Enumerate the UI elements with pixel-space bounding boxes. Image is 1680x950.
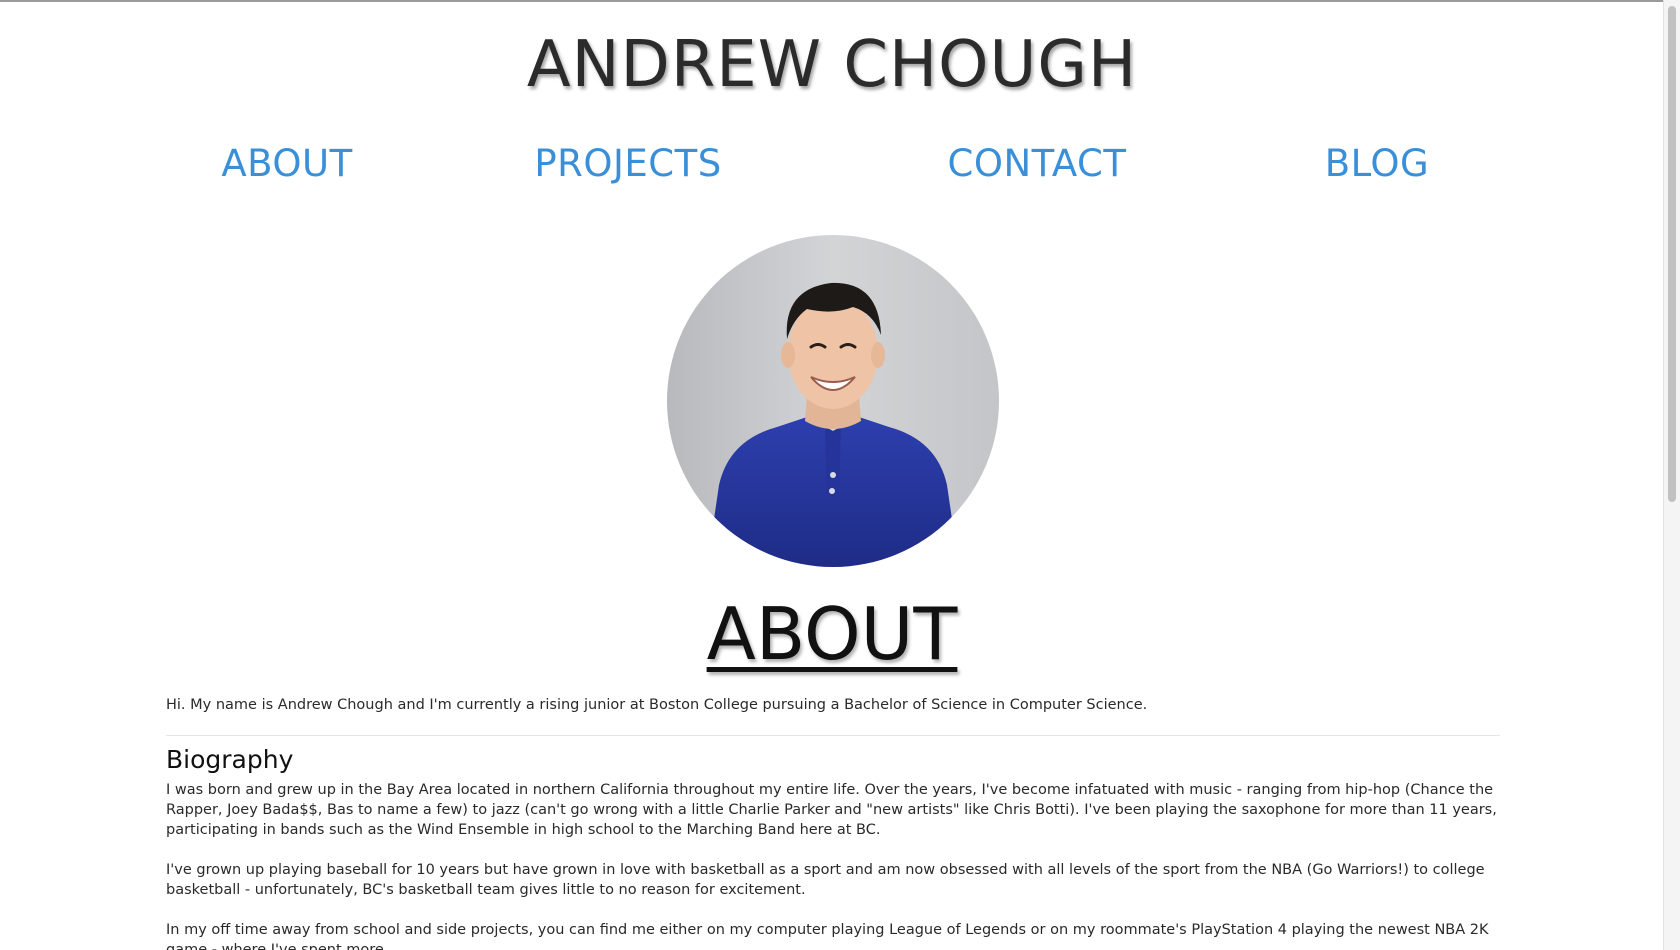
window-top-border bbox=[0, 0, 1680, 2]
intro-text: Hi. My name is Andrew Chough and I'm cur… bbox=[166, 697, 1148, 713]
vertical-scrollbar[interactable] bbox=[1663, 0, 1680, 950]
section-divider bbox=[166, 735, 1500, 736]
profile-photo bbox=[667, 235, 999, 567]
scrollbar-thumb[interactable] bbox=[1668, 6, 1676, 502]
nav-link-projects[interactable]: PROJECTS bbox=[534, 142, 721, 185]
profile-photo-illustration bbox=[667, 235, 999, 567]
biography-paragraph: I've grown up playing baseball for 10 ye… bbox=[166, 862, 1485, 898]
site-title[interactable]: ANDREW CHOUGH bbox=[0, 28, 1664, 102]
biography-paragraph: In my off time away from school and side… bbox=[166, 922, 1489, 950]
nav-link-blog[interactable]: BLOG bbox=[1325, 142, 1429, 185]
about-section: Hi. My name is Andrew Chough and I'm cur… bbox=[166, 695, 1500, 950]
biography-heading: Biography bbox=[166, 745, 294, 774]
about-heading-text: ABOUT bbox=[706, 592, 958, 676]
page: ANDREW CHOUGH ABOUT PROJECTS CONTACT BLO… bbox=[0, 0, 1680, 950]
biography-paragraph: I was born and grew up in the Bay Area l… bbox=[166, 782, 1497, 838]
about-heading: ABOUT bbox=[0, 592, 1664, 676]
nav-link-contact[interactable]: CONTACT bbox=[948, 142, 1127, 185]
biography-body: I was born and grew up in the Bay Area l… bbox=[166, 780, 1500, 950]
nav-link-about[interactable]: ABOUT bbox=[221, 142, 352, 185]
